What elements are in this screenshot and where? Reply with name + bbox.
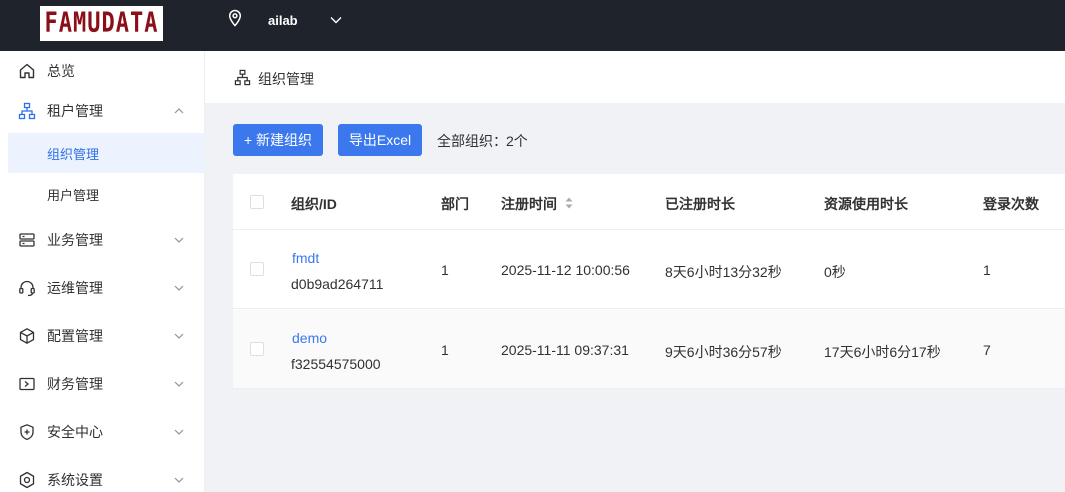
chevron-down-icon[interactable]	[329, 13, 343, 27]
dept-count: 1	[441, 342, 449, 358]
sidebar-item-label: 总览	[47, 63, 75, 79]
settings-icon	[19, 471, 35, 489]
shield-icon	[20, 424, 34, 441]
org-id: f32554575000	[291, 356, 381, 372]
sidebar: 总览 租户管理 组织管理 用户管理 业务管理 运维管理 配置管理 财务管理 安全…	[0, 51, 205, 492]
chevron-down-icon	[174, 429, 184, 435]
new-org-button[interactable]: + 新建组织	[233, 124, 323, 156]
sidebar-item-overview[interactable]: 总览	[0, 51, 205, 91]
chevron-down-icon	[174, 237, 184, 243]
sidebar-item-config[interactable]: 配置管理	[0, 316, 205, 356]
resource-usage: 17天6小时6分17秒	[824, 344, 941, 360]
sidebar-item-label: 安全中心	[47, 424, 103, 440]
sidebar-item-org-management[interactable]: 组织管理	[8, 133, 205, 173]
login-count: 1	[983, 262, 991, 278]
sidebar-item-security[interactable]: 安全中心	[0, 412, 205, 452]
column-header-duration: 已注册时长	[665, 196, 735, 212]
wallet-icon	[19, 377, 35, 391]
dept-count: 1	[441, 262, 449, 278]
export-excel-button[interactable]: 导出Excel	[338, 124, 422, 156]
row-checkbox[interactable]	[250, 262, 264, 276]
registered-duration: 9天6小时36分57秒	[665, 344, 782, 360]
sidebar-item-label: 组织管理	[47, 146, 100, 162]
chevron-up-icon	[174, 108, 184, 114]
sidebar-item-ops[interactable]: 运维管理	[0, 268, 205, 308]
page-header: 组织管理	[205, 51, 1065, 103]
column-header-org: 组织/ID	[291, 196, 337, 212]
logo[interactable]: FAMUDATA	[40, 6, 163, 41]
org-tree-icon	[234, 69, 251, 86]
org-name-link[interactable]: demo	[292, 330, 327, 346]
org-id: d0b9ad264711	[291, 276, 384, 292]
login-count: 7	[983, 342, 991, 358]
sidebar-item-label: 财务管理	[47, 376, 103, 392]
location-icon	[228, 9, 242, 27]
headset-icon	[19, 280, 35, 297]
row-checkbox[interactable]	[250, 342, 264, 356]
breadcrumb: 组织管理	[258, 71, 314, 87]
sort-icon[interactable]	[564, 196, 574, 210]
registered-time: 2025-11-12 10:00:56	[501, 262, 630, 278]
resource-usage: 0秒	[824, 264, 846, 280]
column-header-registered[interactable]: 注册时间	[501, 194, 557, 214]
table-header: 组织/ID 部门 注册时间 已注册时长 资源使用时长 登录次数	[233, 174, 1065, 230]
tenant-selector[interactable]: ailab	[268, 13, 298, 28]
server-icon	[19, 233, 35, 247]
sidebar-item-label: 业务管理	[47, 232, 103, 248]
sidebar-item-settings[interactable]: 系统设置	[0, 460, 205, 492]
org-count-value: 2个	[506, 133, 528, 149]
column-header-logins: 登录次数	[983, 196, 1039, 212]
table-row: demo f32554575000 1 2025-11-11 09:37:31 …	[233, 310, 1065, 389]
logo-text: FAMUDATA	[44, 7, 159, 40]
registered-time: 2025-11-11 09:37:31	[501, 342, 629, 358]
home-icon	[19, 63, 35, 79]
sidebar-item-label: 租户管理	[47, 103, 103, 119]
org-count-label: 全部组织：	[437, 133, 507, 149]
sidebar-item-label: 配置管理	[47, 328, 103, 344]
sidebar-item-finance[interactable]: 财务管理	[0, 364, 205, 404]
select-all-checkbox[interactable]	[250, 195, 264, 209]
org-name-link[interactable]: fmdt	[292, 250, 319, 266]
chevron-down-icon	[174, 381, 184, 387]
sidebar-item-business[interactable]: 业务管理	[0, 220, 205, 260]
column-header-usage: 资源使用时长	[824, 196, 908, 212]
sidebar-item-label: 系统设置	[47, 472, 103, 488]
chevron-down-icon	[174, 285, 184, 291]
chevron-down-icon	[174, 477, 184, 483]
table-row: fmdt d0b9ad264711 1 2025-11-12 10:00:56 …	[233, 230, 1065, 309]
org-tree-icon	[18, 102, 36, 120]
cube-icon	[19, 328, 35, 344]
registered-duration: 8天6小时13分32秒	[665, 264, 782, 280]
sidebar-item-label: 运维管理	[47, 280, 103, 296]
sidebar-item-tenant[interactable]: 租户管理	[0, 91, 205, 131]
org-table: 组织/ID 部门 注册时间 已注册时长 资源使用时长 登录次数 fmdt d0b…	[233, 174, 1065, 389]
sidebar-item-user-management[interactable]: 用户管理	[8, 174, 205, 214]
top-bar: FAMUDATA ailab	[0, 0, 1065, 51]
column-header-dept: 部门	[441, 196, 469, 212]
chevron-down-icon	[174, 333, 184, 339]
sidebar-item-label: 用户管理	[47, 187, 100, 203]
